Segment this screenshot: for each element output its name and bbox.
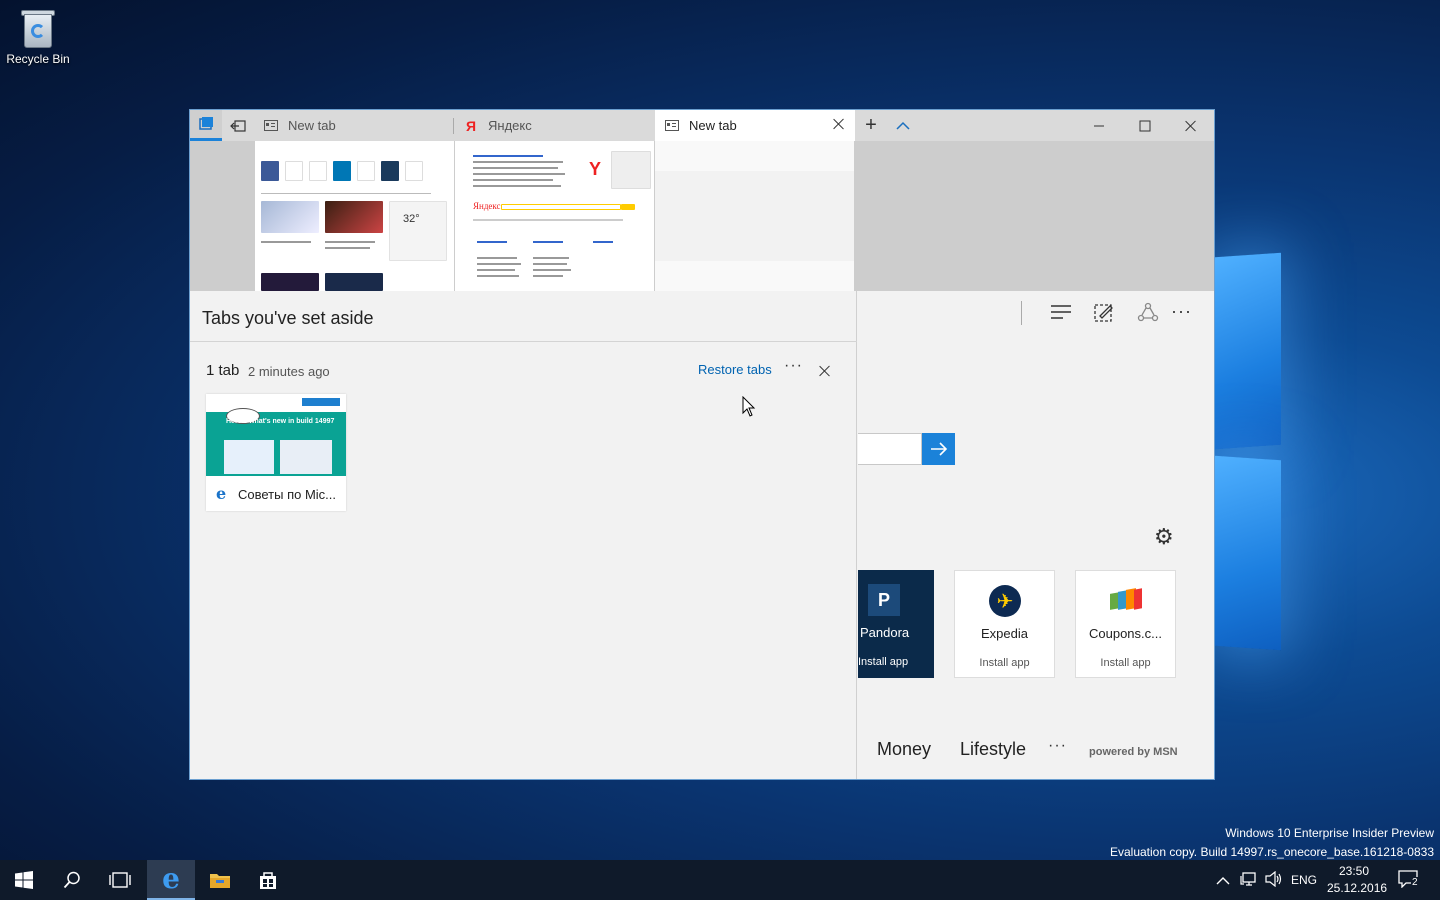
pen-icon xyxy=(1094,304,1113,322)
arrow-right-icon xyxy=(930,442,947,456)
pandora-logo: P xyxy=(868,584,900,616)
recycle-bin[interactable]: Recycle Bin xyxy=(4,8,72,66)
tabs-aside-panel: Tabs you've set aside 1 tab 2 minutes ag… xyxy=(190,291,857,779)
thumbnail-title: e Советы по Mic... xyxy=(216,484,337,503)
search-submit-button[interactable] xyxy=(922,433,955,465)
more-options-icon[interactable]: ··· xyxy=(784,357,803,375)
recycle-bin-label: Recycle Bin xyxy=(6,52,70,66)
app-tile-coupons[interactable]: Coupons.c... Install app xyxy=(1075,570,1176,678)
start-button[interactable] xyxy=(0,860,48,900)
tabs-aside-icon xyxy=(199,117,213,130)
thumbnail-image: Here's what's new in build 14997 xyxy=(206,394,346,476)
yandex-brand: Яндекс xyxy=(473,201,501,211)
chevron-up-icon xyxy=(896,121,910,130)
tab-group-time: 2 minutes ago xyxy=(248,364,330,379)
watermark-line2: Evaluation copy. Build 14997.rs_onecore_… xyxy=(1109,845,1434,859)
tab-preview-yandex[interactable]: Y Яндекс xyxy=(455,141,654,291)
mouse-cursor-icon xyxy=(742,396,756,417)
close-icon xyxy=(1185,120,1197,132)
yandex-icon: Я xyxy=(465,117,477,134)
clock-date[interactable]: 25.12.2016 xyxy=(1327,881,1387,895)
web-note-button[interactable] xyxy=(1091,299,1117,325)
edge-window: New tab Я Яндекс New tab + 32° Y Яндекс … xyxy=(189,109,1215,780)
gear-icon[interactable]: ⚙ xyxy=(1154,524,1174,550)
clock-time[interactable]: 23:50 xyxy=(1339,864,1369,878)
nav-money[interactable]: Money xyxy=(877,739,931,760)
set-aside-tab-thumbnail[interactable]: Here's what's new in build 14997 e Совет… xyxy=(206,394,346,511)
hub-icon xyxy=(1051,305,1071,319)
show-hidden-icons-button[interactable] xyxy=(1216,873,1230,891)
expedia-logo: ✈ xyxy=(989,585,1021,617)
thumbnail-banner: Here's what's new in build 14997 xyxy=(226,418,335,425)
taskbar-edge[interactable]: e xyxy=(147,860,195,900)
divider xyxy=(190,341,857,342)
more-nav-button[interactable]: ··· xyxy=(1048,737,1067,755)
set-tabs-aside-button[interactable] xyxy=(222,110,254,141)
watermark-line1: Windows 10 Enterprise Insider Preview xyxy=(1225,826,1434,840)
store-icon xyxy=(260,872,276,889)
taskbar: e ENG 23:50 25.12.2016 2 xyxy=(0,860,1440,900)
tab-preview-new-tab-active[interactable] xyxy=(655,141,854,291)
notification-count: 2 xyxy=(1411,877,1419,888)
nav-lifestyle[interactable]: Lifestyle xyxy=(960,739,1026,760)
taskbar-store[interactable] xyxy=(244,860,292,900)
search-button[interactable] xyxy=(48,860,96,900)
share-button[interactable] xyxy=(1135,299,1161,325)
edge-icon: e xyxy=(162,862,180,895)
search-input[interactable] xyxy=(858,433,922,465)
edge-icon: e xyxy=(216,484,227,503)
tab-label: New tab xyxy=(689,118,737,133)
tab-preview-new-tab[interactable]: 32° xyxy=(255,141,454,291)
tab-yandex[interactable]: Я Яндекс xyxy=(454,110,654,141)
close-window-button[interactable] xyxy=(1168,110,1214,141)
chevron-up-icon xyxy=(1216,877,1230,885)
tab-label: Яндекс xyxy=(488,118,532,133)
app-tile-pandora[interactable]: P Pandora Install app xyxy=(858,570,934,678)
tabs-aside-button[interactable] xyxy=(190,110,222,141)
task-view-icon xyxy=(109,872,131,888)
page-icon xyxy=(264,120,278,131)
new-tab-page: ··· ⚙ P Pandora Install app ✈ Expedia In… xyxy=(858,291,1214,779)
volume-button[interactable] xyxy=(1265,870,1283,892)
network-icon xyxy=(1240,872,1256,886)
page-icon xyxy=(665,120,679,131)
more-actions-button[interactable]: ··· xyxy=(1171,301,1192,322)
set-aside-icon xyxy=(230,119,246,132)
minimize-icon xyxy=(1094,125,1104,126)
taskbar-file-explorer[interactable] xyxy=(196,860,244,900)
recycle-bin-icon xyxy=(21,8,55,48)
action-center-button[interactable]: 2 xyxy=(1398,870,1422,890)
tab-new-tab-1[interactable]: New tab xyxy=(254,110,454,141)
tab-label: New tab xyxy=(288,118,336,133)
volume-icon xyxy=(1265,870,1282,888)
windows-icon xyxy=(15,871,33,889)
restore-tabs-link[interactable]: Restore tabs xyxy=(698,362,772,377)
windows-logo-pane-top xyxy=(1215,252,1281,450)
windows-logo-pane-bottom xyxy=(1215,455,1281,651)
app-tile-expedia[interactable]: ✈ Expedia Install app xyxy=(954,570,1055,678)
tab-preview-strip: 32° Y Яндекс xyxy=(190,141,1214,291)
powered-by-label: powered by MSN xyxy=(1089,746,1178,758)
close-tab-button[interactable] xyxy=(833,118,847,132)
folder-icon xyxy=(210,874,230,888)
language-indicator[interactable]: ENG xyxy=(1291,873,1317,887)
new-tab-button[interactable]: + xyxy=(856,110,886,141)
coupons-logo xyxy=(1110,588,1144,611)
maximize-button[interactable] xyxy=(1122,110,1168,141)
hub-button[interactable] xyxy=(1048,299,1074,325)
tab-new-tab-active[interactable]: New tab xyxy=(655,110,855,141)
title-bar: New tab Я Яндекс New tab + xyxy=(190,110,1214,141)
weather-temp: 32° xyxy=(403,213,420,225)
share-icon xyxy=(1137,302,1159,322)
search-icon xyxy=(63,871,80,889)
network-button[interactable] xyxy=(1240,871,1258,892)
task-view-button[interactable] xyxy=(96,860,144,900)
minimize-button[interactable] xyxy=(1076,110,1122,141)
panel-title: Tabs you've set aside xyxy=(202,308,374,328)
hide-previews-button[interactable] xyxy=(888,110,918,141)
tab-group-count: 1 tab xyxy=(206,362,240,379)
maximize-icon xyxy=(1139,120,1151,131)
